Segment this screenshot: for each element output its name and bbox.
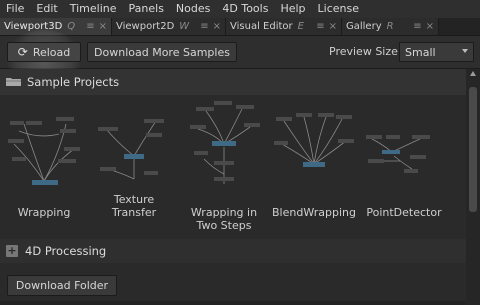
menu-4d-tools[interactable]: 4D Tools (216, 0, 274, 18)
preview-size-select[interactable]: Small (399, 42, 474, 62)
tab-visual-editor[interactable]: Visual Editor E ≡ × (226, 18, 342, 35)
tab-shortcut: R (386, 21, 394, 32)
sample-label: Texture (113, 193, 155, 206)
close-icon[interactable]: × (213, 21, 221, 32)
menu-bar: File Edit Timeline Panels Nodes 4D Tools… (0, 0, 480, 18)
menu-help[interactable]: Help (274, 0, 311, 18)
folder-icon (6, 78, 21, 86)
reload-button[interactable]: ⟳ Reload (7, 42, 81, 62)
sample-label: Two Steps (196, 219, 252, 232)
close-icon[interactable]: × (329, 21, 337, 32)
sample-label: Wrapping (17, 206, 71, 219)
sample-label: Transfer (111, 206, 157, 219)
tab-label: Visual Editor (230, 21, 293, 32)
menu-nodes[interactable]: Nodes (170, 0, 216, 18)
tab-label: Viewport3D (4, 21, 63, 32)
node-graph-thumbnail (8, 117, 80, 185)
preview-size-label: Preview Size (329, 45, 398, 58)
vertical-scrollbar[interactable] (466, 69, 480, 305)
tab-menu-icon[interactable]: ≡ (194, 21, 208, 32)
close-icon[interactable]: × (99, 21, 107, 32)
node-graph-thumbnail (366, 135, 430, 173)
4d-processing-header[interactable]: + 4D Processing (0, 239, 466, 263)
sample-label: Wrapping in (190, 206, 258, 219)
menu-panels[interactable]: Panels (123, 0, 170, 18)
section-title: 4D Processing (25, 244, 107, 258)
reload-label: Reload (32, 45, 71, 59)
tab-viewport3d[interactable]: Viewport3D Q ≡ × (0, 18, 112, 35)
sample-projects-grid: Wrapping Texture Transfer Wrapping in Tw… (0, 99, 466, 239)
sample-label: BlendWrapping (272, 206, 356, 219)
menu-timeline[interactable]: Timeline (64, 0, 123, 18)
sample-projects-header[interactable]: Sample Projects (0, 69, 466, 95)
tab-menu-icon[interactable]: ≡ (80, 21, 94, 32)
tab-label: Gallery (346, 21, 382, 32)
section-title: Sample Projects (27, 75, 120, 89)
tab-viewport2d[interactable]: Viewport2D W ≡ × (112, 18, 226, 35)
tab-label: Viewport2D (116, 21, 175, 32)
download-folder-button[interactable]: Download Folder (7, 275, 117, 296)
close-icon[interactable]: × (426, 21, 434, 32)
sample-wrapping[interactable]: Wrapping (4, 99, 84, 239)
scrollbar-thumb[interactable] (469, 87, 477, 212)
tab-menu-icon[interactable]: ≡ (407, 21, 421, 32)
sample-pointdetector[interactable]: PointDetector (364, 99, 444, 239)
expand-plus-icon[interactable]: + (6, 245, 18, 257)
node-graph-thumbnail (274, 113, 354, 167)
sample-label: PointDetector (366, 206, 442, 219)
download-more-samples-button[interactable]: Download More Samples (87, 42, 237, 62)
refresh-icon: ⟳ (17, 45, 28, 59)
tab-bar: Viewport3D Q ≡ × Viewport2D W ≡ × Visual… (0, 18, 480, 36)
menu-file[interactable]: File (0, 0, 30, 18)
sample-texture-transfer[interactable]: Texture Transfer (94, 99, 174, 239)
sample-wrapping-two-steps[interactable]: Wrapping in Two Steps (184, 99, 264, 239)
divider (0, 301, 466, 305)
preview-size-value: Small (405, 45, 436, 59)
tab-shortcut: E (297, 21, 304, 32)
node-graph-thumbnail (190, 101, 260, 184)
menu-license[interactable]: License (312, 0, 365, 18)
node-graph-thumbnail (98, 119, 164, 180)
tab-shortcut: Q (67, 21, 76, 32)
tab-shortcut: W (179, 21, 190, 32)
scroll-up-arrow-icon[interactable] (470, 71, 476, 76)
gallery-content: Sample Projects Wrapping Texture Transfe… (0, 69, 466, 305)
tab-menu-icon[interactable]: ≡ (310, 21, 324, 32)
tab-gallery[interactable]: Gallery R ≡ × (342, 18, 439, 35)
chevron-down-icon (462, 49, 468, 53)
gallery-toolbar: ⟳ Reload Download More Samples Preview S… (0, 30, 480, 94)
menu-edit[interactable]: Edit (30, 0, 63, 18)
sample-blendwrapping[interactable]: BlendWrapping (272, 99, 356, 239)
